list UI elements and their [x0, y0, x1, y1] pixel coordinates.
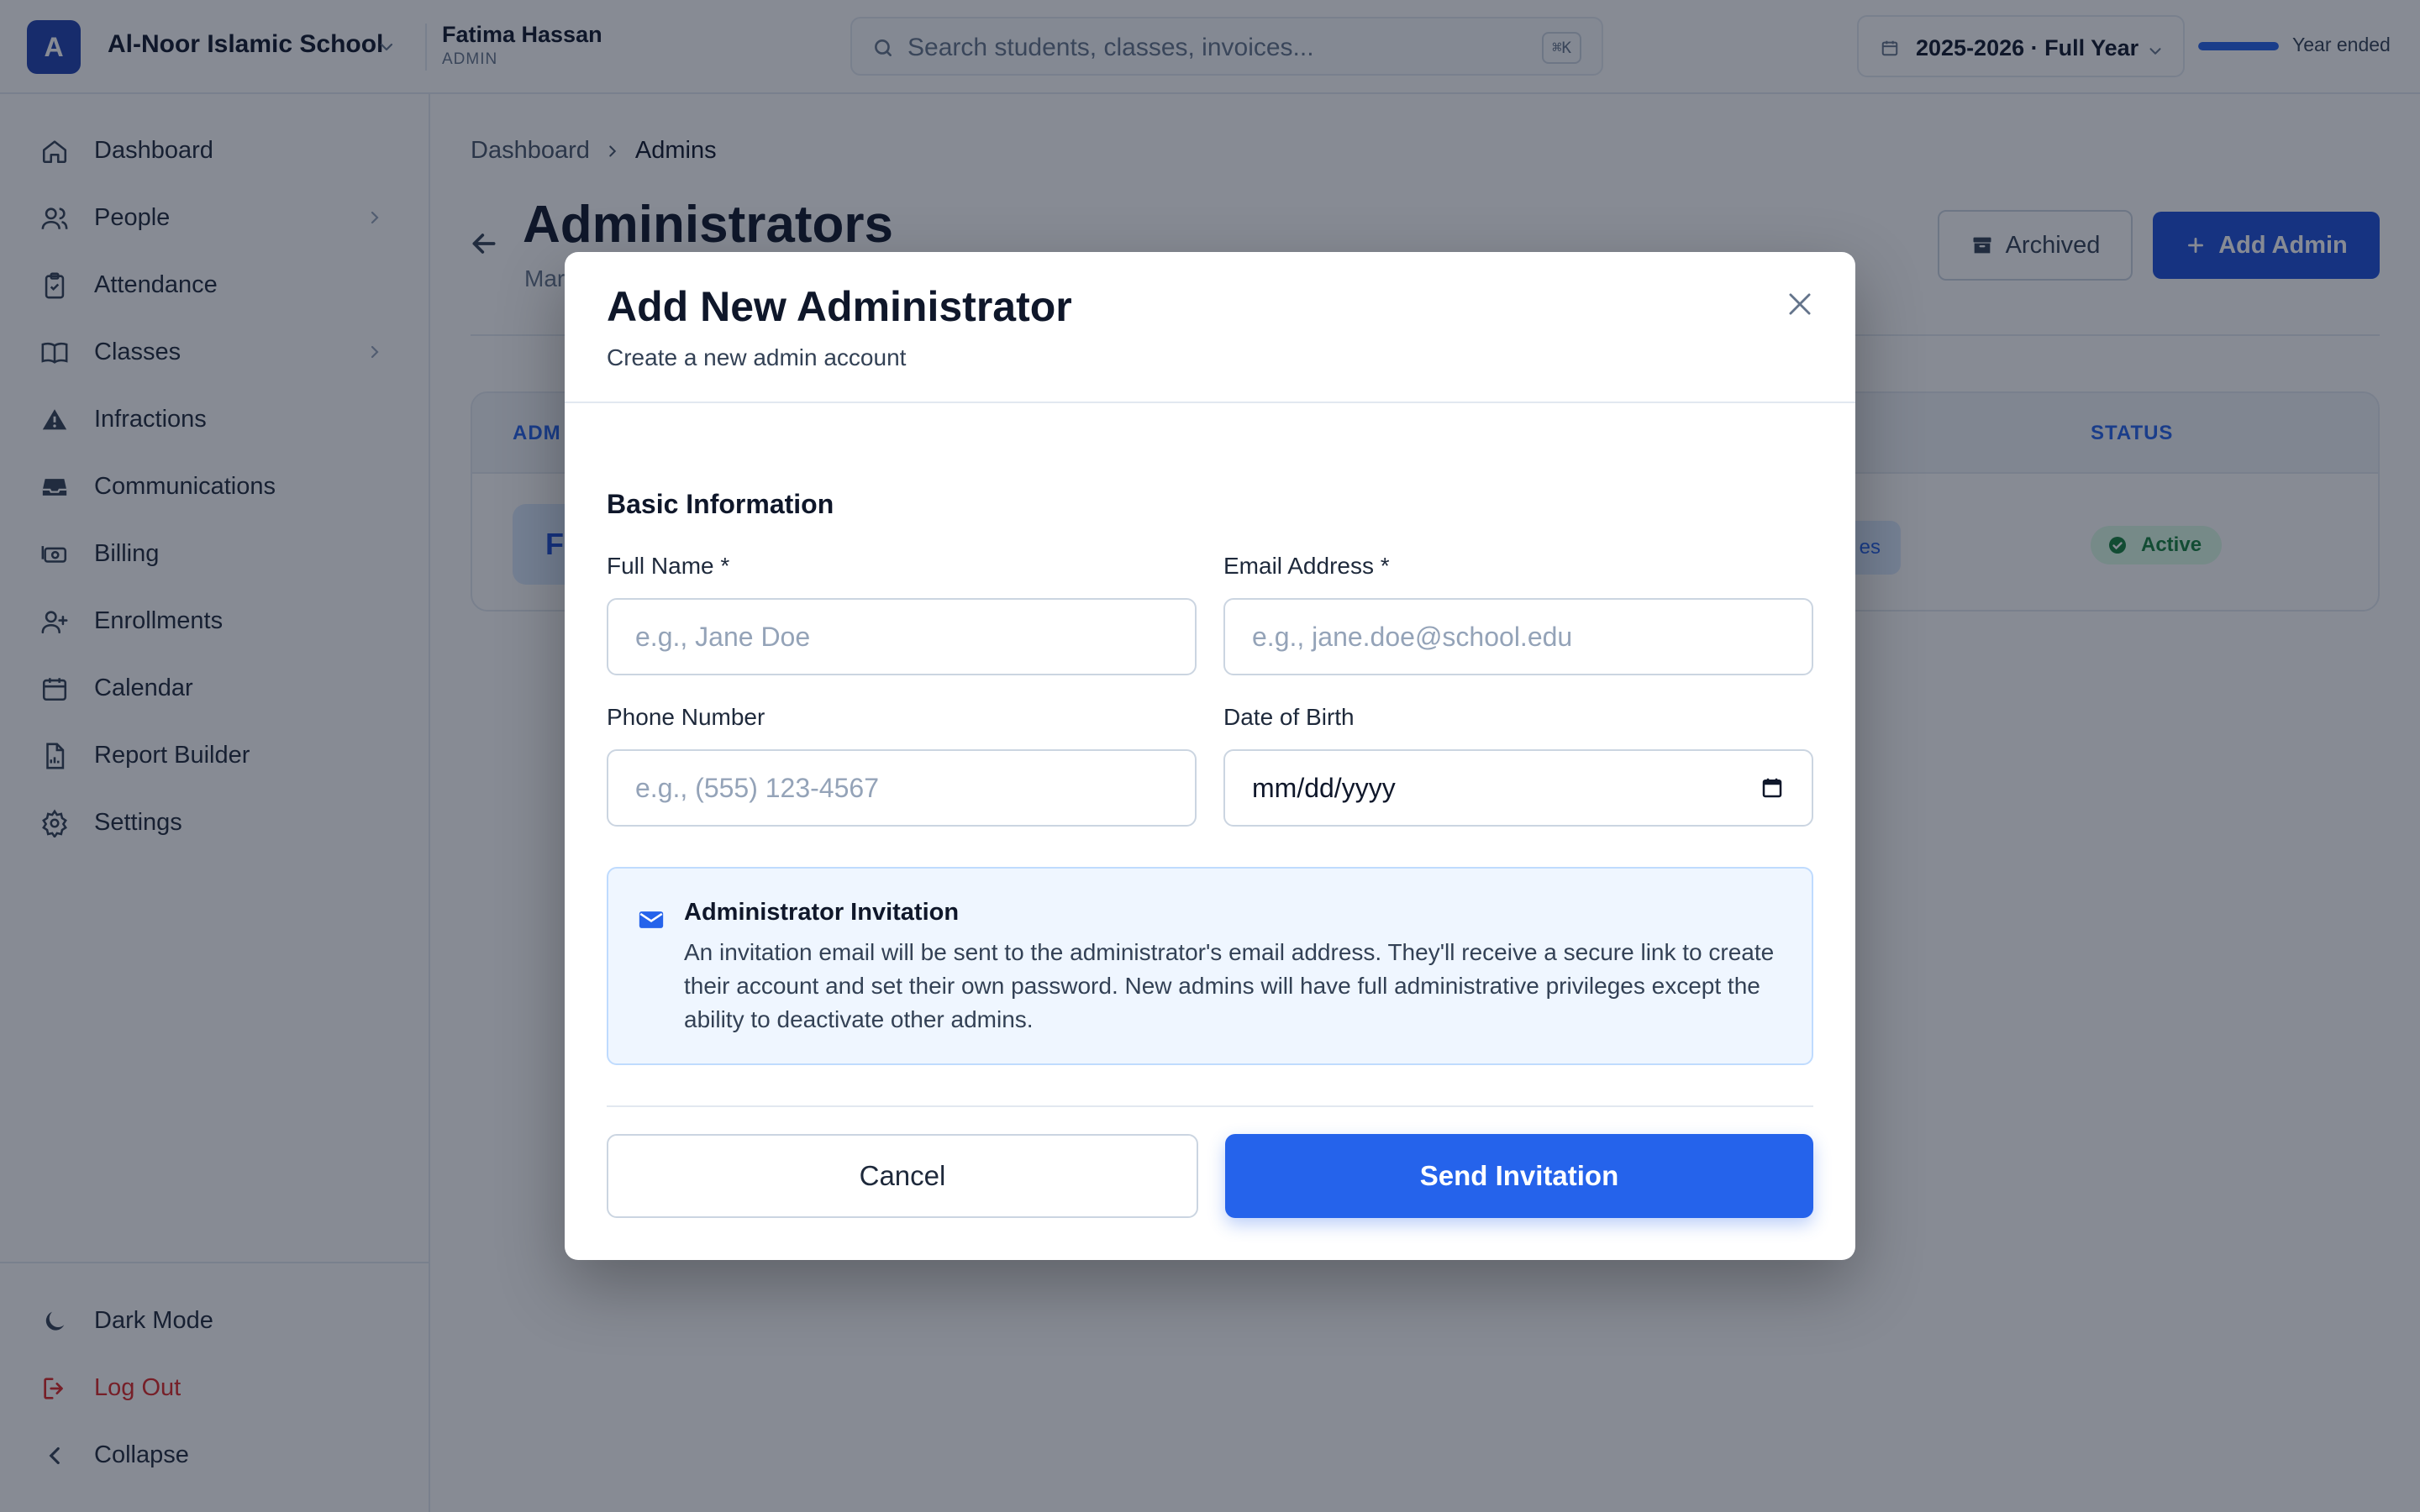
- modal-title: Add New Administrator: [607, 283, 1072, 330]
- modal-subtitle: Create a new admin account: [607, 344, 907, 370]
- section-title: Basic Information: [607, 489, 834, 519]
- phone-input[interactable]: [607, 749, 1197, 827]
- send-invitation-button[interactable]: Send Invitation: [1225, 1134, 1813, 1218]
- dob-placeholder: mm/dd/yyyy: [1252, 772, 1396, 803]
- phone-label: Phone Number: [607, 704, 765, 730]
- invitation-info-box: Administrator Invitation An invitation e…: [607, 867, 1813, 1065]
- mail-icon: [637, 906, 666, 934]
- info-title: Administrator Invitation: [684, 899, 960, 926]
- modal-footer-divider: [607, 1105, 1813, 1107]
- full-name-input[interactable]: [607, 598, 1197, 675]
- email-input[interactable]: [1223, 598, 1813, 675]
- calendar-icon[interactable]: [1760, 775, 1785, 801]
- full-name-label: Full Name *: [607, 553, 730, 579]
- add-admin-modal: Add New Administrator Create a new admin…: [565, 252, 1855, 1260]
- email-label: Email Address *: [1223, 553, 1390, 579]
- dob-label: Date of Birth: [1223, 704, 1355, 730]
- dob-input[interactable]: mm/dd/yyyy: [1223, 749, 1813, 827]
- cancel-button[interactable]: Cancel: [607, 1134, 1198, 1218]
- close-icon[interactable]: [1776, 281, 1823, 328]
- info-text: An invitation email will be sent to the …: [684, 939, 1775, 1032]
- modal-header-divider: [565, 402, 1855, 403]
